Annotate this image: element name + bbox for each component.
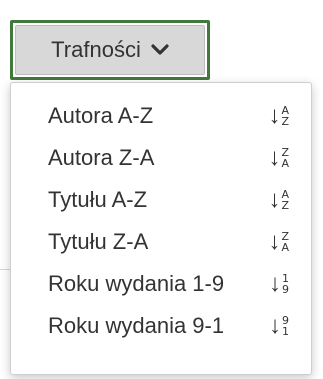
sort-numeric-desc-icon: ↓ 91 (269, 312, 289, 339)
sort-current-label: Trafności (51, 37, 141, 62)
sort-option-author-asc[interactable]: Autora A-Z ↓ AZ (11, 95, 311, 137)
sort-option-title-asc[interactable]: Tytułu A-Z ↓ AZ (11, 179, 311, 221)
sort-alpha-asc-icon: ↓ AZ (268, 102, 289, 129)
sort-option-title-desc[interactable]: Tytułu Z-A ↓ ZA (11, 221, 311, 263)
menu-item-label: Roku wydania 1-9 (48, 271, 225, 296)
sort-options-menu: Autora A-Z ↓ AZ Autora Z-A ↓ ZA Tytułu A… (10, 82, 312, 375)
sort-dropdown-button[interactable]: Trafności (10, 20, 210, 80)
sort-alpha-desc-icon: ↓ ZA (268, 144, 289, 171)
sort-option-year-desc[interactable]: Roku wydania 9-1 ↓ 91 (11, 305, 311, 347)
menu-item-label: Autora A-Z (48, 103, 154, 128)
chevron-down-icon (151, 44, 169, 56)
sort-alpha-desc-icon: ↓ ZA (268, 228, 289, 255)
sort-option-author-desc[interactable]: Autora Z-A ↓ ZA (11, 137, 311, 179)
sort-dropdown-button-face[interactable]: Trafności (15, 25, 205, 75)
sort-option-year-asc[interactable]: Roku wydania 1-9 ↓ 19 (11, 263, 311, 305)
menu-item-label: Tytułu A-Z (48, 187, 148, 212)
sort-numeric-asc-icon: ↓ 19 (269, 270, 289, 297)
divider (0, 269, 10, 270)
sort-alpha-asc-icon: ↓ AZ (268, 186, 289, 213)
menu-item-label: Tytułu Z-A (48, 229, 149, 254)
menu-item-label: Roku wydania 9-1 (48, 313, 225, 338)
menu-item-label: Autora Z-A (48, 145, 155, 170)
